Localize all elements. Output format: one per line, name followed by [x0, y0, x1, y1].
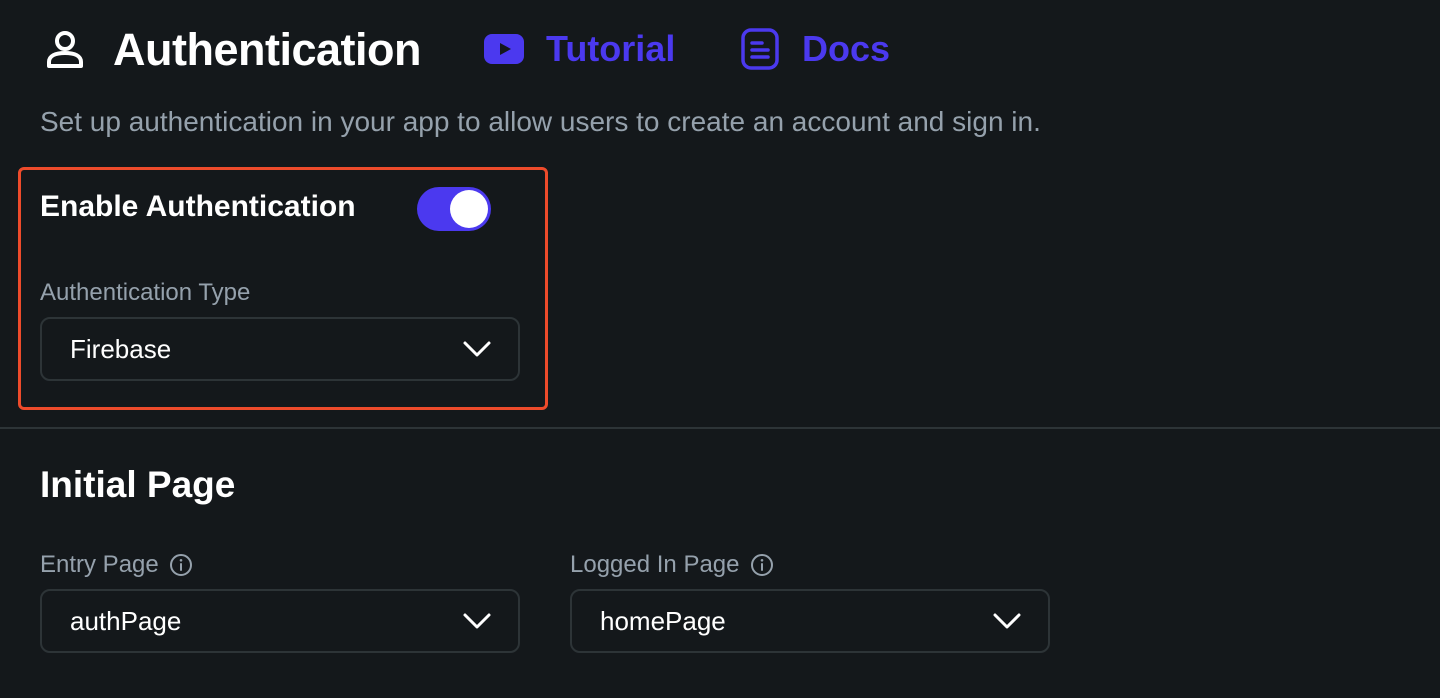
- entry-page-dropdown[interactable]: authPage: [40, 589, 520, 653]
- entry-page-label: Entry Page: [40, 551, 193, 579]
- logged-in-page-label: Logged In Page: [570, 551, 774, 579]
- tutorial-link[interactable]: Tutorial: [484, 26, 675, 72]
- authentication-settings-page: Authentication Tutorial Docs Set up auth…: [0, 0, 1440, 698]
- authentication-type-label: Authentication Type: [40, 279, 250, 307]
- info-icon[interactable]: [169, 553, 193, 577]
- section-divider: [0, 427, 1440, 429]
- chevron-down-icon: [992, 612, 1022, 630]
- entry-page-label-text: Entry Page: [40, 551, 159, 578]
- info-icon[interactable]: [750, 553, 774, 577]
- chevron-down-icon: [462, 612, 492, 630]
- docs-link-label: Docs: [802, 28, 891, 69]
- page-title: Authentication: [113, 24, 421, 75]
- docs-link[interactable]: Docs: [740, 26, 890, 72]
- enable-authentication-label: Enable Authentication: [40, 190, 356, 223]
- authentication-type-dropdown[interactable]: Firebase: [40, 317, 520, 381]
- initial-page-heading: Initial Page: [40, 464, 236, 505]
- logged-in-page-value: homePage: [600, 605, 726, 636]
- enable-authentication-toggle[interactable]: [417, 187, 491, 231]
- authentication-type-value: Firebase: [70, 333, 172, 364]
- entry-page-value: authPage: [70, 605, 182, 636]
- user-icon: [44, 29, 86, 71]
- toggle-knob: [450, 190, 488, 228]
- logged-in-page-label-text: Logged In Page: [570, 551, 740, 578]
- page-description: Set up authentication in your app to all…: [40, 106, 1041, 137]
- logged-in-page-dropdown[interactable]: homePage: [570, 589, 1050, 653]
- page-header: Authentication: [44, 20, 421, 80]
- youtube-play-icon: [484, 27, 524, 71]
- authentication-type-label-text: Authentication Type: [40, 279, 251, 306]
- chevron-down-icon: [462, 340, 492, 358]
- document-icon: [740, 27, 780, 71]
- tutorial-link-label: Tutorial: [546, 28, 676, 69]
